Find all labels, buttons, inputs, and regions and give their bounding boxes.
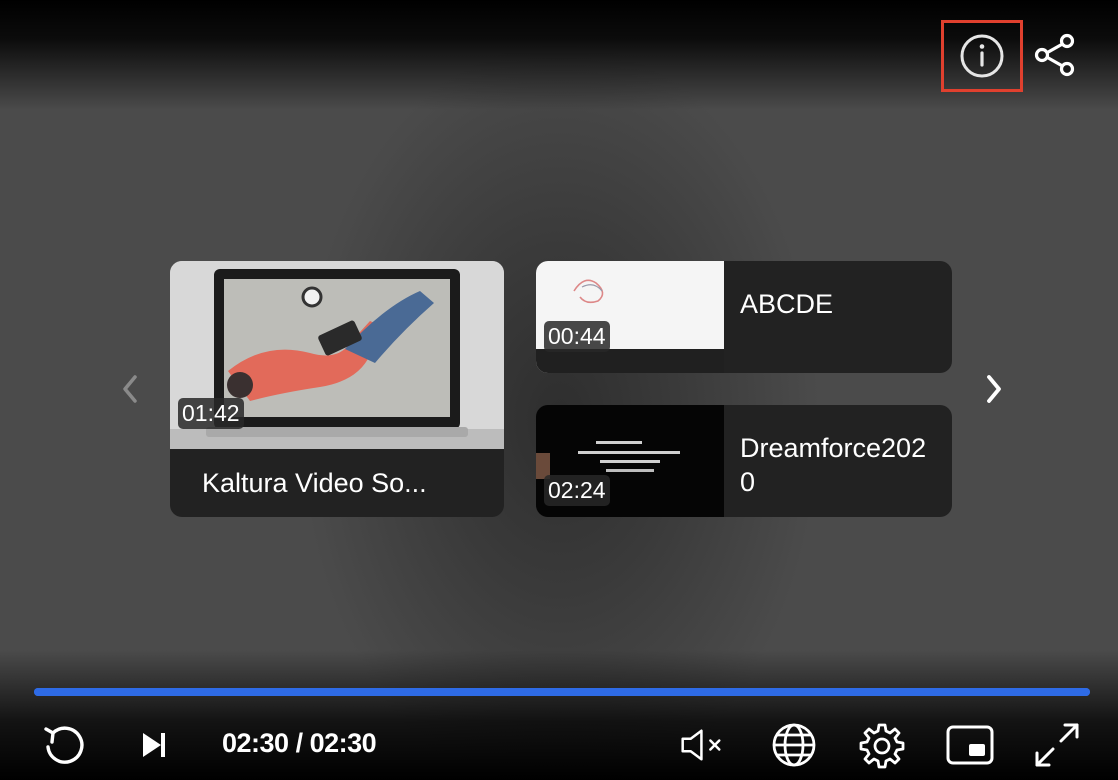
carousel-prev-button[interactable] (110, 368, 150, 410)
related-video-card[interactable]: 01:42 Kaltura Video So... (170, 261, 504, 517)
next-icon (143, 733, 165, 757)
video-title: ABCDE (740, 289, 834, 319)
video-thumbnail (536, 261, 724, 373)
picture-in-picture-button[interactable] (945, 720, 995, 770)
video-player[interactable]: 01:42 Kaltura Video So... 00:44 ABCDE 02… (0, 0, 1118, 780)
share-icon (1034, 33, 1075, 77)
info-icon (960, 34, 1004, 78)
time-display: 02:30 / 02:30 (222, 728, 377, 759)
current-time: 02:30 (222, 728, 289, 758)
volume-button[interactable] (680, 720, 730, 770)
video-duration: 02:24 (544, 475, 610, 506)
language-button[interactable] (769, 720, 819, 770)
replay-icon (44, 726, 84, 764)
replay-button[interactable] (40, 720, 90, 770)
fullscreen-icon (1035, 723, 1079, 767)
total-duration: 02:30 (309, 728, 377, 758)
related-video-card[interactable]: 02:24 Dreamforce2020 (536, 405, 952, 517)
time-separator: / (288, 728, 310, 758)
chevron-right-icon (987, 375, 1001, 403)
info-button[interactable] (941, 20, 1023, 92)
language-icon (772, 723, 816, 767)
carousel-next-button[interactable] (974, 368, 1014, 410)
video-title: Kaltura Video So... (202, 468, 427, 498)
seek-bar[interactable] (34, 688, 1090, 696)
settings-icon (859, 723, 905, 769)
fullscreen-button[interactable] (1032, 720, 1082, 770)
seek-bar-progress (34, 688, 1090, 696)
video-title: Dreamforce2020 (740, 433, 927, 497)
related-video-card[interactable]: 00:44 ABCDE (536, 261, 952, 373)
settings-button[interactable] (857, 720, 907, 770)
picture-in-picture-icon (946, 725, 994, 765)
video-duration: 00:44 (544, 321, 610, 352)
next-button[interactable] (128, 720, 178, 770)
share-button[interactable] (1030, 30, 1080, 80)
video-duration: 01:42 (178, 398, 244, 429)
chevron-left-icon (123, 375, 137, 403)
volume-muted-icon (681, 729, 721, 761)
